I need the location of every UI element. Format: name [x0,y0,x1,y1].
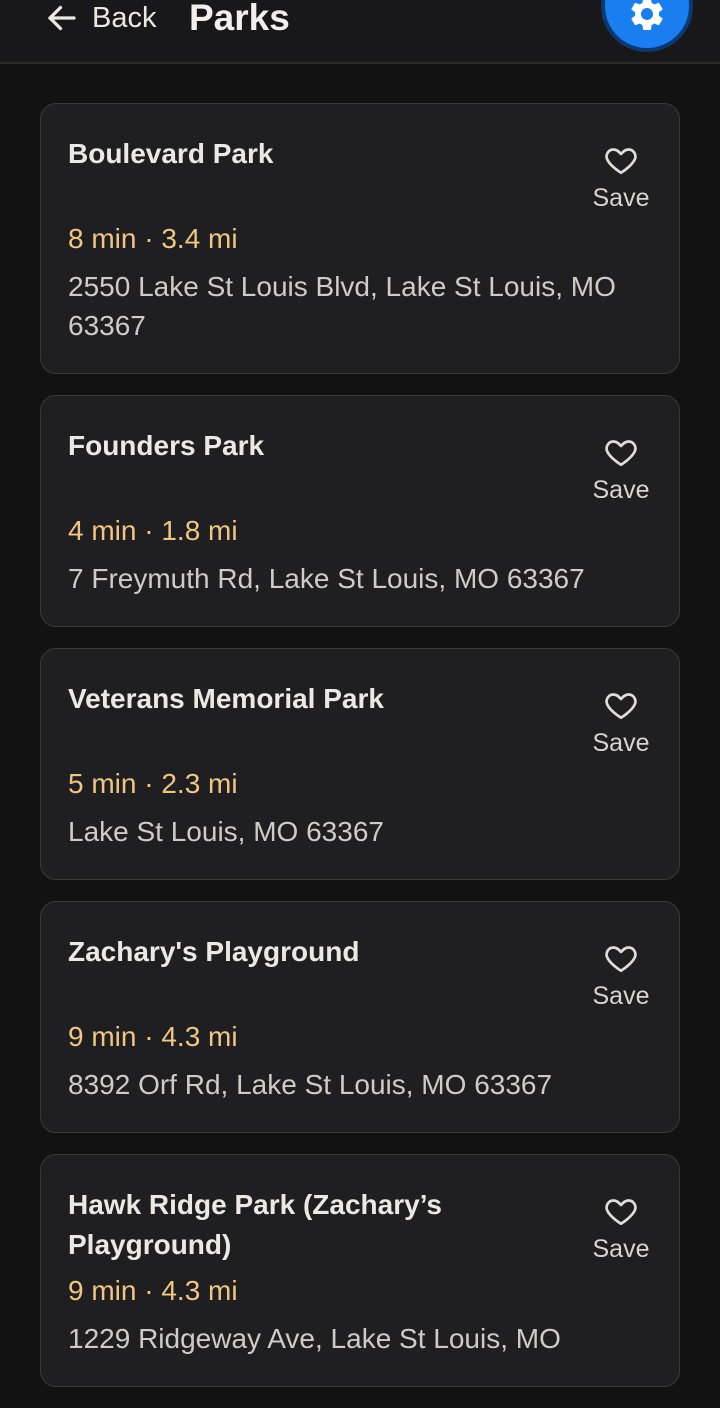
back-label: Back [92,1,157,34]
save-label: Save [592,729,650,757]
save-button[interactable]: Save [584,1193,658,1264]
travel-info: 5 min · 2.3 mi [68,768,238,799]
travel-info: 9 min · 4.3 mi [68,1275,238,1306]
park-name: Boulevard Park [68,138,274,169]
park-address: 8392 Orf Rd, Lake St Louis, MO 63367 [68,1069,553,1100]
park-address: 2550 Lake St Louis Blvd, Lake St Louis, … [68,271,616,341]
heart-icon [605,440,637,467]
travel-info: 9 min · 4.3 mi [68,1021,238,1052]
travel-info: 8 min · 3.4 mi [68,223,238,254]
save-label: Save [592,982,650,1010]
save-button[interactable]: Save [584,940,658,1011]
save-button[interactable]: Save [584,434,658,505]
park-address: 1229 Ridgeway Ave, Lake St Louis, MO [68,1323,561,1354]
save-button[interactable]: Save [584,687,658,758]
park-address: Lake St Louis, MO 63367 [68,816,384,847]
heart-icon [605,946,637,973]
gear-icon [631,0,663,31]
park-card[interactable]: Boulevard Park Save 8 min · 3.4 mi 2550 … [40,103,680,374]
park-name: Hawk Ridge Park (Zachary’s Playground) [68,1189,443,1260]
park-card[interactable]: Hawk Ridge Park (Zachary’s Playground) S… [40,1154,680,1387]
page-title: Parks [189,0,290,38]
park-card[interactable]: Zachary's Playground Save 9 min · 4.3 mi… [40,901,680,1133]
save-button[interactable]: Save [584,142,658,213]
travel-info: 4 min · 1.8 mi [68,515,238,546]
save-label: Save [592,184,650,212]
park-name: Founders Park [68,430,265,461]
park-name: Veterans Memorial Park [68,683,384,714]
arrow-left-icon [48,5,76,31]
park-card[interactable]: Veterans Memorial Park Save 5 min · 2.3 … [40,648,680,880]
back-button[interactable]: Back [44,0,156,40]
app-header: Back Parks [0,0,720,64]
save-label: Save [592,476,650,504]
park-list: Boulevard Park Save 8 min · 3.4 mi 2550 … [40,103,680,1408]
park-address: 7 Freymuth Rd, Lake St Louis, MO 63367 [68,563,585,594]
settings-button[interactable] [605,0,689,48]
save-label: Save [592,1235,650,1263]
park-name: Zachary's Playground [68,936,360,967]
park-card[interactable]: Founders Park Save 4 min · 1.8 mi 7 Frey… [40,395,680,627]
heart-icon [605,1199,637,1226]
heart-icon [605,693,637,720]
heart-icon [605,148,637,175]
